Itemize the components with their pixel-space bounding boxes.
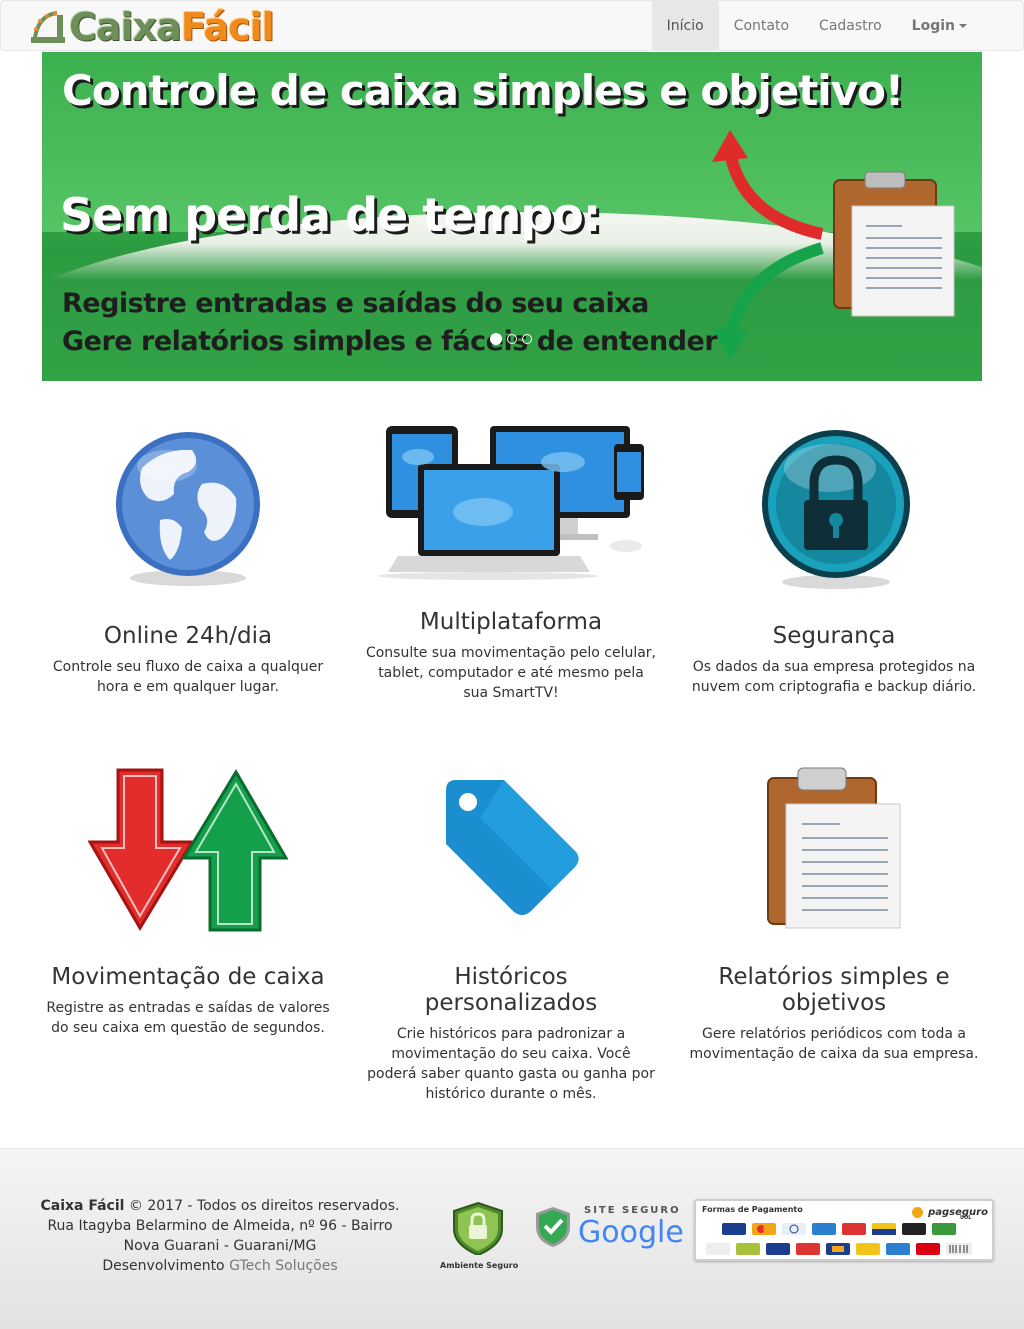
developer-link[interactable]: GTech Soluções xyxy=(229,1258,338,1274)
lock-icon xyxy=(762,430,910,589)
carousel-headline: Controle de caixa simples e objetivo! xyxy=(62,66,904,115)
google-seal-brand: Google xyxy=(578,1215,684,1250)
login-label: Login xyxy=(911,18,955,34)
main-nav: Início Contato Cadastro Login xyxy=(651,1,1023,51)
feature-title: Movimentação de caixa xyxy=(51,964,325,990)
ambiente-seguro-label: Ambiente Seguro xyxy=(440,1261,519,1270)
feature-seguranca: Segurança Os dados da sua empresa proteg… xyxy=(688,623,980,697)
feature-text: Gere relatórios periódicos com toda a mo… xyxy=(689,1026,979,1062)
feature-text: Registre as entradas e saídas de valores… xyxy=(46,1000,330,1036)
footer-dev-prefix: Desenvolvimento xyxy=(102,1258,225,1274)
feature-title: Segurança xyxy=(772,623,896,649)
cash-register-logo-icon xyxy=(31,11,65,43)
carousel-arrows-clipboard-icon xyxy=(712,130,955,360)
shield-lock-icon xyxy=(453,1201,503,1257)
feature-title: Online 24h/dia xyxy=(103,623,273,649)
nav-item-contato[interactable]: Contato xyxy=(719,1,804,51)
payment-title: Formas de Pagamento xyxy=(702,1205,803,1214)
hero-carousel[interactable]: Controle de caixa simples e objetivo! Se… xyxy=(42,52,982,381)
carousel-dot-2[interactable] xyxy=(507,334,517,344)
payment-card-icons xyxy=(706,1223,972,1255)
payment-methods-box[interactable]: Formas de Pagamento pagseguro UOL xyxy=(694,1199,994,1261)
feature-text: Crie históricos para padronizar a movime… xyxy=(367,1026,655,1102)
pagseguro-icon xyxy=(912,1207,923,1218)
tag-icon xyxy=(446,780,579,915)
brand-name-part1: Caixa xyxy=(69,5,182,49)
carousel-line-2: Gere relatórios simples e fáceis de ente… xyxy=(62,326,718,357)
feature-title: Multiplataforma xyxy=(419,609,603,635)
pagseguro-logo: pagseguro xyxy=(912,1202,992,1218)
shield-check-icon xyxy=(536,1207,570,1247)
pagseguro-brand: pagseguro xyxy=(928,1207,988,1218)
google-safe-site-seal[interactable]: SITE SEGURO Google xyxy=(534,1205,684,1255)
footer-company: Caixa Fácil xyxy=(40,1198,125,1214)
brand-name-part2: Fácil xyxy=(180,5,275,49)
feature-title: Históricos personalizados xyxy=(424,964,598,1016)
nav-login-dropdown[interactable]: Login xyxy=(897,1,1023,51)
feature-relatorios: Relatórios simples e objetivos Gere rela… xyxy=(688,964,980,1064)
carousel-line-1: Registre entradas e saídas do seu caixa xyxy=(62,288,649,319)
nav-item-cadastro[interactable]: Cadastro xyxy=(804,1,897,51)
carousel-dot-3[interactable] xyxy=(522,334,532,344)
globe-icon xyxy=(116,432,260,586)
brand-logo[interactable]: Caixa Fácil xyxy=(27,5,275,49)
footer: Caixa Fácil © 2017 - Todos os direitos r… xyxy=(0,1148,1024,1329)
feature-historicos: Históricos personalizados Crie histórico… xyxy=(365,964,657,1104)
footer-info: Caixa Fácil © 2017 - Todos os direitos r… xyxy=(30,1196,410,1276)
carousel-subheadline: Sem perda de tempo: xyxy=(60,188,601,242)
feature-online: Online 24h/dia Controle seu fluxo de cai… xyxy=(42,623,334,697)
ambiente-seguro-seal[interactable]: Ambiente Seguro xyxy=(440,1201,519,1271)
caret-down-icon xyxy=(959,24,967,28)
carousel-dot-1[interactable] xyxy=(490,333,502,345)
carousel-indicators xyxy=(490,333,532,345)
devices-icon xyxy=(378,426,644,580)
feature-title: Relatórios simples e objetivos xyxy=(718,964,950,1016)
clipboard-icon xyxy=(767,767,901,929)
up-down-arrows-icon xyxy=(88,768,288,932)
feature-text: Consulte sua movimentação pelo celular, … xyxy=(365,645,657,701)
feature-text: Controle seu fluxo de caixa a qualquer h… xyxy=(52,659,324,695)
nav-item-inicio[interactable]: Início xyxy=(651,1,719,51)
feature-text: Os dados da sua empresa protegidos na nu… xyxy=(691,659,977,695)
navbar: Caixa Fácil Início Contato Cadastro Logi… xyxy=(0,0,1024,51)
feature-multiplataforma: Multiplataforma Consulte sua movimentaçã… xyxy=(365,609,657,703)
feature-movimentacao: Movimentação de caixa Registre as entrad… xyxy=(42,964,334,1038)
footer-copyright: © 2017 - Todos os direitos reservados. xyxy=(128,1198,400,1214)
footer-address: Rua Itagyba Belarmino de Almeida, nº 96 … xyxy=(47,1218,393,1254)
